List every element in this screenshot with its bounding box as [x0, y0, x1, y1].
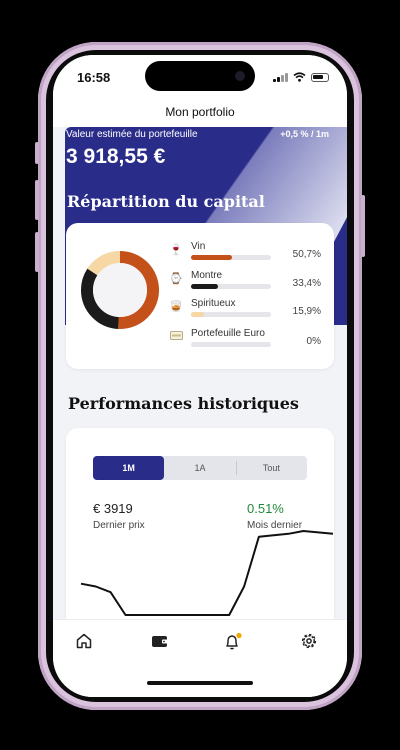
- allocation-item-percent: 50,7%: [292, 249, 321, 260]
- allocation-item-name: Spiritueux: [191, 298, 236, 309]
- tab-notifications[interactable]: [223, 632, 253, 654]
- bottom-tab-bar: [53, 619, 347, 697]
- performance-line-chart: [80, 530, 334, 616]
- wine-glass-icon: 🍷: [169, 244, 183, 256]
- action-button: [35, 142, 39, 164]
- tab-home[interactable]: [75, 632, 105, 654]
- allocation-bar-track: [191, 284, 271, 289]
- dynamic-island: [145, 61, 255, 91]
- allocation-bar-fill: [191, 312, 204, 317]
- tab-wallet[interactable]: [150, 632, 180, 654]
- last-price: € 3919: [93, 501, 133, 516]
- allocation-item-percent: 15,9%: [292, 306, 321, 317]
- donut-center: [93, 263, 147, 317]
- system-icons: [273, 72, 329, 82]
- performance-title: Performances historiques: [68, 394, 299, 413]
- bell-icon: [226, 632, 242, 650]
- banknote-icon: [169, 330, 183, 344]
- allocation-bar-track: [191, 342, 271, 347]
- portfolio-amount: 3 918,55 €: [66, 145, 166, 168]
- allocation-title: Répartition du capital: [67, 192, 265, 211]
- app-screen: 16:58 Mon portfolio Valeur estimée du po…: [53, 55, 347, 697]
- tab-settings[interactable]: [300, 632, 330, 654]
- watch-icon: ⌚: [169, 273, 183, 285]
- allocation-item-name: Vin: [191, 241, 206, 252]
- settings-gear-icon: [301, 633, 317, 649]
- allocation-item-vin[interactable]: 🍷 Vin 50,7%: [169, 241, 321, 269]
- home-indicator: [147, 681, 253, 685]
- allocation-item-name: Portefeuille Euro: [191, 328, 265, 339]
- status-bar: 16:58: [53, 55, 347, 97]
- allocation-item-name: Montre: [191, 270, 223, 281]
- power-button: [361, 195, 365, 257]
- home-icon: [76, 633, 92, 649]
- whisky-glass-icon: 🥃: [169, 301, 183, 313]
- period-selector: 1M 1A Tout: [93, 456, 307, 480]
- allocation-donut-chart: [81, 251, 159, 329]
- allocation-item-percent: 33,4%: [292, 278, 321, 289]
- monthly-change: 0.51%: [247, 501, 284, 516]
- period-tab-tout[interactable]: Tout: [235, 456, 307, 480]
- wallet-icon: [152, 636, 168, 647]
- notification-badge: [236, 632, 242, 639]
- allocation-bar-track: [191, 255, 271, 260]
- allocation-item-percent: 0%: [306, 336, 321, 347]
- nav-title: Mon portfolio: [53, 97, 347, 127]
- volume-down-button: [35, 232, 39, 272]
- performance-series-line: [80, 530, 334, 616]
- allocation-item-montre[interactable]: ⌚ Montre 33,4%: [169, 270, 321, 298]
- period-tab-1m[interactable]: 1M: [93, 456, 165, 480]
- signal-icon: [273, 73, 288, 82]
- allocation-bar-fill: [191, 255, 232, 260]
- portfolio-change-badge: +0,5 % / 1m: [280, 129, 329, 139]
- battery-icon: [311, 73, 329, 82]
- period-tab-1a[interactable]: 1A: [164, 456, 235, 480]
- allocation-bar-track: [191, 312, 271, 317]
- volume-up-button: [35, 180, 39, 220]
- allocation-item-spiritueux[interactable]: 🥃 Spiritueux 15,9%: [169, 298, 321, 326]
- wifi-icon: [293, 72, 306, 82]
- portfolio-value-label: Valeur estimée du portefeuille: [66, 129, 198, 140]
- allocation-item-portefeuille-euro[interactable]: Portefeuille Euro 0%: [169, 328, 321, 356]
- allocation-bar-fill: [191, 284, 218, 289]
- status-time: 16:58: [77, 70, 111, 85]
